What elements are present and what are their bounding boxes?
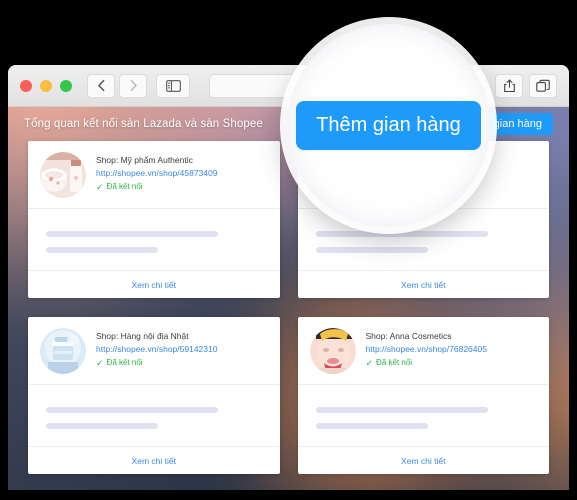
shop-name: Shop: Mỹ phẩm Authentic: [96, 155, 193, 165]
chevron-left-icon: [96, 79, 107, 92]
sidebar-toggle-button[interactable]: [156, 73, 190, 98]
shop-card-footer: Xem chi tiết: [297, 270, 549, 298]
check-icon: ✓: [96, 358, 104, 369]
cosmetics-jar-photo-icon: [40, 152, 86, 198]
shop-url[interactable]: http://shopee.vn/shop/45873409: [96, 167, 217, 181]
placeholder-bar: [46, 231, 219, 237]
screenshot-stage: Tổng quan kết nối sàn Lazada và sàn Shop…: [0, 0, 577, 500]
check-icon: ✓: [96, 182, 104, 193]
shop-card-body: [28, 385, 280, 446]
shop-avatar: [40, 152, 86, 198]
shop-card[interactable]: Shop: Hàng nội địa Nhật http://shopee.vn…: [28, 317, 280, 474]
shop-card-header: Shop: Hàng nội địa Nhật http://shopee.vn…: [28, 317, 280, 384]
shop-card-meta: Shop: Mỹ phẩm Authentic http://shopee.vn…: [96, 152, 217, 198]
page-title: Tổng quan kết nối sàn Lazada và sàn Shop…: [24, 118, 263, 130]
magnifier-lens: Thêm gian hàng: [287, 24, 490, 227]
connection-status: ✓ Đã kết nối: [96, 356, 217, 370]
placeholder-bar: [46, 423, 159, 429]
sidebar-toggle-icon: [165, 79, 181, 92]
shop-card-header: Shop: Mỹ phẩm Authentic http://shopee.vn…: [28, 141, 280, 208]
navigation-buttons: [87, 73, 147, 98]
shop-card-grid: Shop: Mỹ phẩm Authentic http://shopee.vn…: [8, 141, 569, 474]
window-traffic-lights: [20, 79, 72, 92]
shop-name: Shop: Anna Cosmetics: [365, 331, 452, 341]
tab-overview-icon: [536, 79, 550, 93]
placeholder-bar: [315, 407, 488, 413]
page-viewport: Tổng quan kết nối sàn Lazada và sàn Shop…: [8, 107, 569, 490]
blue-cream-jar-photo-icon: [40, 328, 86, 374]
magnified-add-shop-button[interactable]: Thêm gian hàng: [296, 101, 481, 150]
shop-card[interactable]: Shop: Mỹ phẩm Authentic http://shopee.vn…: [28, 141, 280, 298]
placeholder-bar: [315, 231, 488, 237]
shop-card-footer: Xem chi tiết: [28, 446, 280, 474]
forward-button[interactable]: [119, 73, 147, 98]
shop-card-footer: Xem chi tiết: [297, 446, 549, 474]
share-icon: [503, 78, 516, 93]
connection-status-label: Đã kết nối: [106, 358, 143, 368]
connection-status-label: Đã kết nối: [376, 358, 413, 368]
shop-card-footer: Xem chi tiết: [28, 270, 280, 298]
shop-card-meta: Shop: Hàng nội địa Nhật http://shopee.vn…: [96, 328, 217, 374]
tab-overview-button[interactable]: [529, 73, 557, 98]
share-button[interactable]: [495, 73, 523, 98]
placeholder-bar: [315, 423, 428, 429]
view-detail-link[interactable]: Xem chi tiết: [132, 456, 176, 466]
shop-url[interactable]: http://shopee.vn/shop/59142310: [96, 343, 217, 357]
placeholder-bar: [46, 407, 219, 413]
view-detail-link[interactable]: Xem chi tiết: [132, 280, 176, 290]
shop-avatar: [40, 328, 86, 374]
connection-status: ✓ Đã kết nối: [96, 180, 217, 194]
woman-face-photo-icon: [309, 328, 356, 374]
shop-card-meta: Shop: Anna Cosmetics http://shopee.vn/sh…: [366, 328, 487, 374]
connection-status: ✓ Đã kết nối: [366, 356, 487, 370]
close-window-button[interactable]: [20, 79, 32, 92]
shop-url[interactable]: http://shopee.vn/shop/76826405: [366, 343, 487, 357]
check-icon: ✓: [365, 358, 374, 369]
chevron-right-icon: [128, 79, 139, 92]
minimize-window-button[interactable]: [40, 79, 52, 92]
shop-avatar: [309, 328, 356, 374]
shop-card[interactable]: Shop: Anna Cosmetics http://shopee.vn/sh…: [297, 317, 550, 474]
placeholder-bar: [315, 247, 428, 253]
shop-card-header: Shop: Anna Cosmetics http://shopee.vn/sh…: [298, 317, 550, 384]
shop-card-body: [28, 209, 280, 270]
back-button[interactable]: [87, 73, 115, 98]
placeholder-bar: [46, 247, 159, 253]
shop-name: Shop: Hàng nội địa Nhật: [96, 331, 189, 341]
connection-status-label: Đã kết nối: [106, 182, 143, 192]
toolbar-right-buttons: [495, 73, 557, 98]
view-detail-link[interactable]: Xem chi tiết: [401, 456, 445, 466]
view-detail-link[interactable]: Xem chi tiết: [401, 280, 445, 290]
shop-card-body: [298, 385, 550, 446]
maximize-window-button[interactable]: [60, 79, 72, 92]
